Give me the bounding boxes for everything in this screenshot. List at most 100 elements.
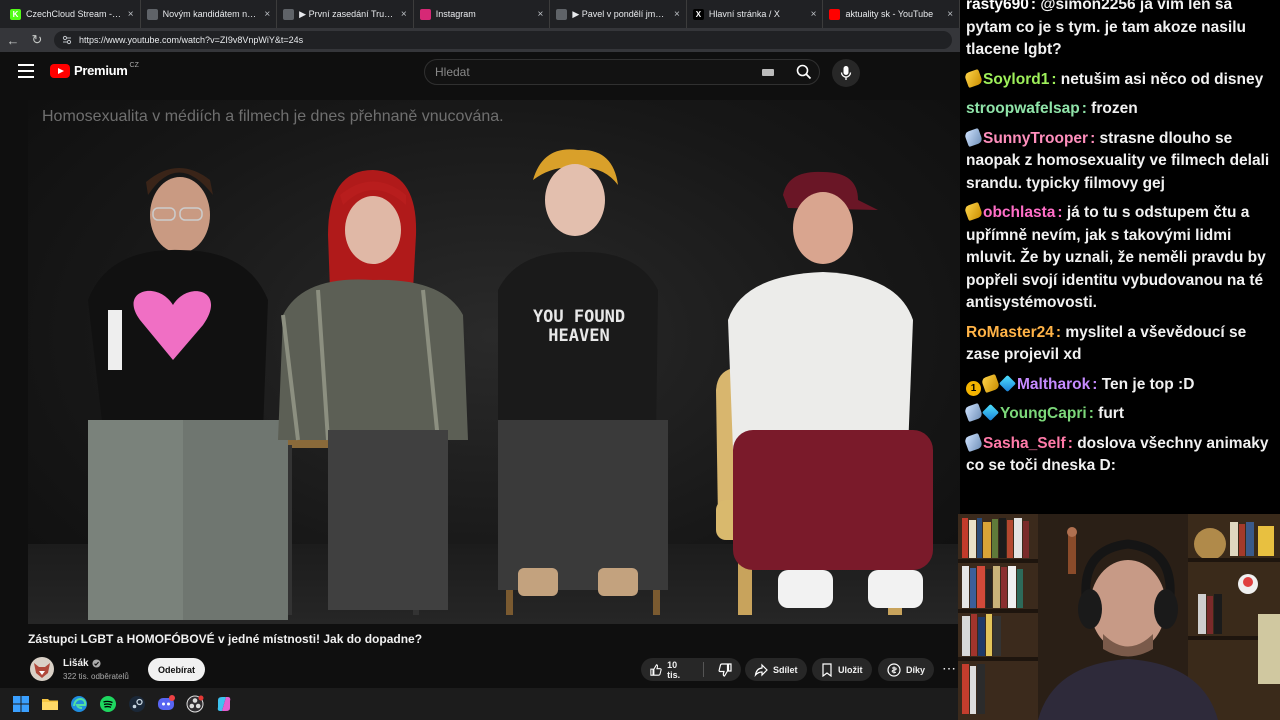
tab-close-icon[interactable]: ×: [537, 9, 543, 20]
save-button[interactable]: Uložit: [812, 658, 872, 681]
tab-close-icon[interactable]: ×: [401, 9, 407, 20]
chat-username[interactable]: rasty690: [966, 0, 1029, 13]
super-thanks-icon: [887, 662, 901, 677]
chat-badge-sub-icon: [963, 68, 984, 88]
chat-username[interactable]: Maltharok: [1017, 376, 1090, 393]
steam-icon[interactable]: [128, 695, 146, 713]
chat-username[interactable]: SunnyTrooper: [983, 130, 1088, 147]
spotify-icon[interactable]: [99, 695, 117, 713]
shirt-text-line-1: YOU FOUND: [532, 307, 626, 327]
chat-badge-tier-icon: [963, 432, 984, 452]
tab-close-icon[interactable]: ×: [947, 9, 953, 20]
tab-favicon-icon: [283, 8, 295, 20]
thanks-label: Díky: [906, 664, 926, 675]
chat-username[interactable]: YoungCapri: [1000, 405, 1087, 422]
tab-close-icon[interactable]: ×: [264, 9, 270, 20]
browser-tab[interactable]: Novým kandidátem na minist ×: [141, 0, 278, 28]
tab-favicon-icon: [829, 8, 841, 20]
bookshelf-left: [958, 514, 1038, 720]
chat-username[interactable]: obchlasta: [983, 204, 1055, 221]
video-player[interactable]: Homosexualita v médiích a filmech je dne…: [28, 100, 960, 624]
tab-close-icon[interactable]: ×: [128, 9, 134, 20]
chat-colon: :: [1051, 70, 1061, 88]
search-box: [424, 59, 820, 85]
chat-text: netušim asi něco od disney: [1060, 70, 1264, 88]
back-arrow-icon[interactable]: ←: [6, 33, 20, 48]
tab-title: Hlavní stránka / X: [708, 9, 780, 19]
voice-search-button[interactable]: [832, 59, 860, 87]
share-arrow-icon: [754, 663, 768, 677]
stream-chat: rasty690: @simon2256 ja vim len sa pytam…: [960, 0, 1280, 514]
webcam-scene: [958, 514, 1280, 720]
share-label: Sdílet: [773, 664, 798, 675]
tab-favicon-icon: [146, 8, 158, 20]
url-text[interactable]: https://www.youtube.com/watch?v=ZI9v8Vnp…: [79, 35, 303, 45]
figurine: [1067, 527, 1077, 574]
logo-word: Premium: [74, 63, 128, 78]
tab-favicon-icon: [419, 8, 431, 20]
obs-studio-icon[interactable]: [186, 695, 204, 713]
tab-title: Novým kandidátem na minist: [162, 9, 260, 19]
person-3: [498, 149, 668, 596]
like-divider: [703, 662, 704, 677]
more-actions-icon[interactable]: ⋯: [942, 660, 956, 677]
address-bar[interactable]: https://www.youtube.com/watch?v=ZI9v8Vnp…: [54, 31, 952, 49]
site-info-icon[interactable]: [62, 35, 72, 45]
channel-name-text[interactable]: Lišák: [63, 658, 89, 669]
browser-tab[interactable]: aktuality sk - YouTube ×: [823, 0, 961, 28]
fox-logo-icon: [34, 663, 50, 678]
youtube-play-icon: [50, 63, 70, 78]
verified-icon: [92, 659, 101, 668]
chat-message: rasty690: @simon2256 ja vim len sa pytam…: [966, 0, 1274, 62]
chat-message: Sasha_Self: doslova všechny animaky co s…: [963, 432, 1274, 478]
browser-tab[interactable]: Instagram ×: [414, 0, 551, 28]
channel-avatar[interactable]: [30, 657, 54, 681]
youtube-premium-logo[interactable]: Premium CZ: [50, 62, 139, 78]
browser-tab[interactable]: ▶ První zasedání Trumpovy R ×: [277, 0, 414, 28]
chat-message: obchlasta: já to tu s odstupem čtu a upř…: [963, 201, 1274, 315]
chat-username[interactable]: RoMaster24: [966, 324, 1054, 341]
streamer-webcam: [958, 514, 1280, 720]
thanks-button[interactable]: Díky: [878, 658, 935, 681]
chat-username[interactable]: stroopwafelsap: [966, 100, 1080, 117]
browser-tab[interactable]: ▶ Pavel v pondělí jmenuje Čes ×: [550, 0, 687, 28]
video-title: Zástupci LGBT a HOMOFÓBOVÉ v jedné místn…: [28, 632, 423, 646]
copilot-icon[interactable]: [215, 695, 233, 713]
chat-badge-tier-icon: [963, 402, 984, 423]
person-4: [728, 171, 933, 608]
chat-badge-gem-icon: [982, 404, 999, 421]
logo-region: CZ: [129, 62, 139, 69]
chat-username[interactable]: Soylord1: [983, 71, 1049, 88]
edge-browser-icon[interactable]: [70, 695, 88, 713]
browser-toolbar: ← ↻ https://www.youtube.com/watch?v=ZI9v…: [0, 28, 960, 52]
subscribe-button[interactable]: Odebírat: [148, 658, 205, 681]
browser-tab[interactable]: X Hlavní stránka / X ×: [687, 0, 824, 28]
chat-badge-gem-icon: [999, 374, 1016, 392]
chat-badge-sub-icon: [980, 373, 1001, 393]
keyboard-icon[interactable]: [762, 69, 774, 76]
chat-colon: :: [1092, 375, 1102, 393]
chat-colon: :: [1030, 0, 1041, 13]
channel-name[interactable]: Lišák: [63, 658, 101, 669]
person-2: [278, 170, 468, 610]
chat-username[interactable]: Sasha_Self: [983, 435, 1066, 452]
reload-icon[interactable]: ↻: [30, 32, 44, 48]
search-button[interactable]: [787, 60, 821, 84]
browser-tab-strip: KCzechCloud Stream - Watch M×Novým kandi…: [0, 0, 961, 28]
hamburger-menu-icon[interactable]: [18, 64, 34, 78]
tab-close-icon[interactable]: ×: [674, 9, 680, 20]
dislike-button[interactable]: [709, 658, 741, 681]
chat-message: Soylord1: netušim asi něco od disney: [963, 68, 1274, 92]
tab-close-icon[interactable]: ×: [811, 9, 817, 20]
video-frame-people: [88, 149, 933, 620]
browser-tab[interactable]: K CzechCloud Stream - Watch M ×: [4, 0, 141, 28]
chat-text: frozen: [1091, 100, 1138, 117]
search-input[interactable]: [425, 60, 745, 84]
chat-colon: :: [1088, 405, 1099, 422]
discord-icon[interactable]: [157, 695, 175, 713]
share-button[interactable]: Sdílet: [745, 658, 807, 681]
like-dislike-group: 10 tis.: [641, 658, 741, 681]
like-button[interactable]: 10 tis.: [641, 658, 698, 681]
file-explorer-icon[interactable]: [41, 695, 59, 713]
windows-start-icon[interactable]: [12, 695, 30, 713]
